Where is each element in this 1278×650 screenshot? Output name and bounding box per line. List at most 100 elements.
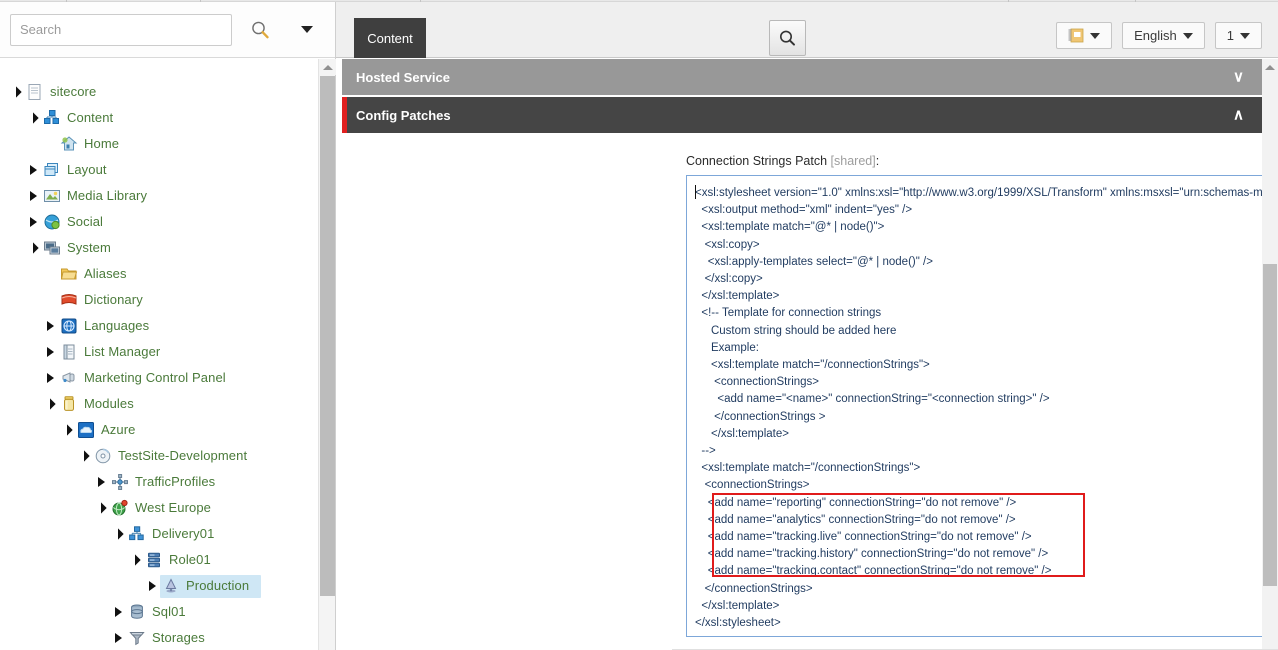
tree-node-modules[interactable]: Modules: [0, 391, 318, 417]
tree-node-content[interactable]: sitecore: [24, 81, 108, 104]
tree-node-label: Content: [67, 109, 117, 127]
collapse-triangle-down-icon[interactable]: [93, 495, 109, 521]
language-button[interactable]: English: [1122, 22, 1205, 49]
scrollbar-thumb[interactable]: [320, 76, 335, 596]
tree-node-content[interactable]: Sql01: [126, 601, 198, 624]
collapse-triangle-down-icon[interactable]: [8, 79, 24, 105]
tree-node-sql01[interactable]: Sql01: [0, 599, 318, 625]
section-header-hosted-service[interactable]: Hosted Service ∨: [342, 59, 1262, 95]
notebook-icon: [1068, 28, 1084, 43]
tree-node-content[interactable]: System: [41, 237, 123, 260]
megaphone-icon: [60, 369, 78, 387]
scroll-up-icon[interactable]: [319, 59, 336, 75]
tree-node-list-manager[interactable]: List Manager: [0, 339, 318, 365]
tree-node-delivery01[interactable]: Delivery01: [0, 521, 318, 547]
tree-node-content[interactable]: Azure: [75, 419, 147, 442]
collapse-triangle-down-icon[interactable]: [42, 391, 58, 417]
tree-node-content[interactable]: Home: [58, 133, 131, 156]
section-title: Hosted Service: [356, 70, 450, 85]
tree-node-content[interactable]: Dictionary: [58, 289, 155, 312]
editor-scrollbar[interactable]: [1262, 59, 1278, 650]
book-red-icon: [60, 291, 78, 309]
language-label: English: [1134, 28, 1177, 43]
collapse-triangle-down-icon[interactable]: [110, 521, 126, 547]
tree-node-content[interactable]: Aliases: [58, 263, 139, 286]
tree-node-content[interactable]: Layout: [41, 159, 119, 182]
chevron-up-icon: ∧: [1233, 108, 1244, 123]
tree-node-content[interactable]: Role01: [143, 549, 223, 572]
expand-triangle-right-icon[interactable]: [25, 183, 41, 209]
tree-node-content[interactable]: Content: [0, 105, 318, 131]
globe-pin-icon: [111, 499, 129, 517]
scrollbar-thumb[interactable]: [1263, 264, 1277, 586]
tree-node-label: Home: [84, 135, 123, 153]
expand-triangle-right-icon[interactable]: [25, 209, 41, 235]
search-input[interactable]: [10, 14, 232, 46]
tree-node-label: Storages: [152, 629, 209, 647]
tree-node-content[interactable]: Media Library: [41, 185, 159, 208]
scroll-up-icon[interactable]: [1262, 59, 1278, 75]
expand-triangle-right-icon[interactable]: [42, 339, 58, 365]
tree-node-content[interactable]: Social: [41, 211, 115, 234]
database-icon: [128, 603, 146, 621]
code-editor-text[interactable]: <xsl:stylesheet version="1.0" xmlns:xsl=…: [695, 185, 1278, 632]
expand-triangle-right-icon[interactable]: [110, 599, 126, 625]
expand-triangle-right-icon[interactable]: [144, 573, 160, 599]
collapse-triangle-down-icon[interactable]: [59, 417, 75, 443]
search-options-chevron-down-icon[interactable]: [290, 12, 325, 48]
tab-content[interactable]: Content: [354, 18, 426, 58]
search-icon[interactable]: [240, 12, 279, 48]
folder-icon: [60, 265, 78, 283]
tree-node-content[interactable]: Marketing Control Panel: [58, 367, 238, 390]
tree-node-west-europe[interactable]: West Europe: [0, 495, 318, 521]
tree-node-dictionary[interactable]: Dictionary: [0, 287, 318, 313]
tree-node-role01[interactable]: Role01: [0, 547, 318, 573]
tree-node-content[interactable]: Content: [41, 107, 125, 130]
section-title: Config Patches: [356, 108, 451, 123]
collapse-triangle-down-icon[interactable]: [127, 547, 143, 573]
chevron-down-icon: [1183, 33, 1193, 39]
tree-node-content[interactable]: Modules: [58, 393, 146, 416]
code-editor[interactable]: <xsl:stylesheet version="1.0" xmlns:xsl=…: [686, 175, 1278, 637]
tree-node-system[interactable]: System: [0, 235, 318, 261]
tree-node-content[interactable]: TestSite-Development: [92, 445, 259, 468]
content-tree-scrollbar[interactable]: [318, 59, 335, 650]
tree-node-content[interactable]: Production: [160, 575, 261, 598]
document-icon: [26, 83, 44, 101]
expand-triangle-right-icon[interactable]: [42, 365, 58, 391]
tree-node-media-library[interactable]: Media Library: [0, 183, 318, 209]
tree-node-content[interactable]: Delivery01: [126, 523, 226, 546]
tree-node-label: Sql01: [152, 603, 190, 621]
tree-node-social[interactable]: Social: [0, 209, 318, 235]
tree-node-storages[interactable]: Storages: [0, 625, 318, 650]
collapse-triangle-down-icon[interactable]: [25, 105, 41, 131]
tree-node-content[interactable]: Languages: [58, 315, 161, 338]
ribbon-search-button[interactable]: [769, 20, 806, 56]
tree-node-production[interactable]: Production: [0, 573, 318, 599]
tree-node-content[interactable]: List Manager: [58, 341, 172, 364]
section-header-config-patches[interactable]: Config Patches ∧: [342, 97, 1262, 133]
tree-node-content[interactable]: TrafficProfiles: [109, 471, 227, 494]
tree-node-home[interactable]: Home: [0, 131, 318, 157]
version-notebook-button[interactable]: [1056, 22, 1112, 49]
tree-node-testsite-development[interactable]: TestSite-Development: [0, 443, 318, 469]
tree-node-aliases[interactable]: Aliases: [0, 261, 318, 287]
tree-node-trafficprofiles[interactable]: TrafficProfiles: [0, 469, 318, 495]
tree-node-content[interactable]: West Europe: [109, 497, 223, 520]
content-tree-pane: sitecore Content Home Layout Media Library So…: [0, 2, 336, 650]
tree-node-languages[interactable]: Languages: [0, 313, 318, 339]
tree-node-marketing-control-panel[interactable]: Marketing Control Panel: [0, 365, 318, 391]
tree-node-layout[interactable]: Layout: [0, 157, 318, 183]
collapse-triangle-down-icon[interactable]: [25, 235, 41, 261]
chevron-down-icon: ∨: [1233, 70, 1244, 85]
version-button[interactable]: 1: [1215, 22, 1262, 49]
expand-triangle-right-icon[interactable]: [25, 157, 41, 183]
expand-triangle-right-icon[interactable]: [110, 625, 126, 650]
collapse-triangle-down-icon[interactable]: [76, 443, 92, 469]
expand-triangle-right-icon[interactable]: [42, 313, 58, 339]
expand-triangle-right-icon[interactable]: [93, 469, 109, 495]
tree-node-sitecore[interactable]: sitecore: [0, 79, 318, 105]
tree-node-label: Delivery01: [152, 525, 218, 543]
tree-node-azure[interactable]: Azure: [0, 417, 318, 443]
tree-node-content[interactable]: Storages: [126, 627, 217, 650]
